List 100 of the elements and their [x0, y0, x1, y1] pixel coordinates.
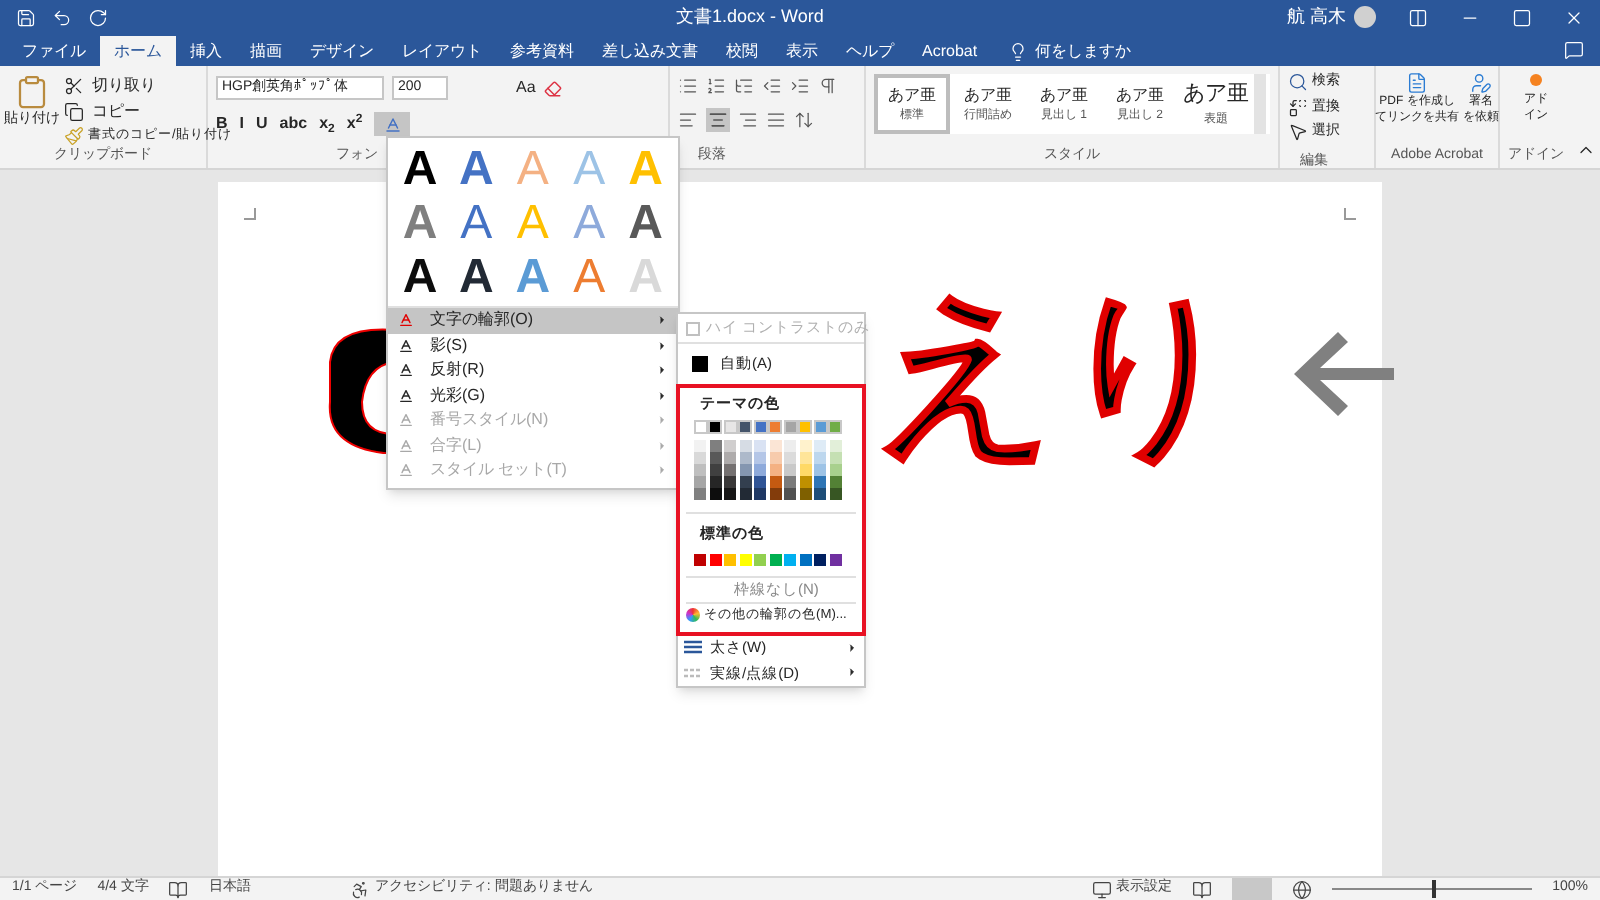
color-swatch[interactable]	[769, 452, 781, 465]
print-layout-button[interactable]	[1232, 878, 1273, 900]
color-swatch[interactable]	[784, 440, 796, 453]
color-swatch[interactable]	[829, 476, 841, 489]
cut-button[interactable]: 切り取り	[64, 74, 156, 98]
color-swatch[interactable]	[768, 420, 782, 435]
color-swatch[interactable]	[739, 464, 751, 477]
text-effect-style[interactable]: A	[617, 196, 674, 250]
color-swatch[interactable]	[739, 440, 751, 453]
color-swatch[interactable]	[753, 420, 767, 435]
color-swatch[interactable]	[813, 420, 827, 435]
color-swatch[interactable]	[799, 452, 811, 465]
ribbon-tab[interactable]: 表示	[772, 36, 832, 66]
copy-button[interactable]: コピー	[64, 100, 140, 124]
color-swatch[interactable]	[769, 464, 781, 477]
color-swatch[interactable]	[709, 452, 721, 465]
color-swatch[interactable]	[694, 464, 706, 477]
color-swatch[interactable]	[798, 420, 812, 435]
color-swatch[interactable]	[814, 488, 826, 501]
color-swatch[interactable]	[754, 464, 766, 477]
color-swatch[interactable]	[709, 476, 721, 489]
color-swatch[interactable]	[724, 476, 736, 489]
clear-format-icon[interactable]	[543, 79, 562, 97]
color-swatch[interactable]	[829, 464, 841, 477]
ribbon-tab[interactable]: デザイン	[296, 36, 388, 66]
format-button[interactable]: abc	[279, 112, 308, 136]
color-swatch[interactable]	[799, 464, 811, 477]
color-swatch[interactable]	[739, 476, 751, 489]
ribbon-tab[interactable]: ヘルプ	[832, 36, 908, 66]
color-swatch[interactable]	[724, 488, 736, 501]
color-swatch[interactable]	[694, 553, 706, 565]
ribbon-tab[interactable]: レイアウト	[388, 36, 496, 66]
color-swatch[interactable]	[784, 476, 796, 489]
text-effect-style[interactable]: A	[448, 142, 505, 196]
ribbon-tab[interactable]: ファイル	[8, 36, 100, 66]
ribbon-tab[interactable]: 差し込み文書	[588, 36, 712, 66]
color-swatch[interactable]	[814, 464, 826, 477]
format-button[interactable]: x$_{2}$	[319, 112, 335, 136]
color-swatch[interactable]	[739, 553, 751, 565]
color-swatch[interactable]	[723, 420, 737, 435]
text-effect-style[interactable]: A	[448, 250, 505, 304]
color-swatch[interactable]	[814, 440, 826, 453]
color-swatch[interactable]	[754, 476, 766, 489]
case-button[interactable]: Aa	[516, 76, 536, 100]
color-swatch[interactable]	[799, 440, 811, 453]
color-swatch[interactable]	[694, 440, 706, 453]
tell-me-field[interactable]: 何をしますか	[1035, 39, 1132, 63]
text-effect-style[interactable]: A	[448, 196, 505, 250]
color-swatch[interactable]	[784, 464, 796, 477]
color-swatch[interactable]	[709, 488, 721, 501]
color-swatch[interactable]	[724, 464, 736, 477]
menu-item[interactable]: 文字の輪郭(O)	[388, 308, 678, 333]
color-swatch[interactable]	[829, 452, 841, 465]
text-effect-style[interactable]: A	[392, 196, 448, 250]
ribbon-tab[interactable]: ホーム	[100, 36, 176, 66]
format-button[interactable]: U	[256, 112, 268, 136]
menu-item[interactable]: 影(S)	[388, 333, 678, 358]
color-swatch[interactable]	[739, 488, 751, 501]
color-swatch[interactable]	[709, 440, 721, 453]
color-swatch[interactable]	[724, 440, 736, 453]
color-swatch[interactable]	[708, 420, 722, 435]
color-swatch[interactable]	[829, 440, 841, 453]
color-swatch[interactable]	[754, 488, 766, 501]
text-effects-button[interactable]	[374, 112, 411, 136]
format-button[interactable]: x$^{2}$	[346, 112, 363, 136]
color-swatch[interactable]	[829, 553, 841, 565]
color-swatch[interactable]	[828, 420, 842, 435]
color-swatch[interactable]	[738, 420, 752, 435]
color-swatch[interactable]	[693, 420, 707, 435]
color-swatch[interactable]	[769, 440, 781, 453]
color-swatch[interactable]	[814, 553, 826, 565]
scroll-bar[interactable]	[1254, 74, 1266, 134]
color-swatch[interactable]	[769, 476, 781, 489]
color-swatch[interactable]	[694, 488, 706, 501]
ribbon-tab[interactable]: 校閲	[712, 36, 772, 66]
color-swatch[interactable]	[754, 440, 766, 453]
color-swatch[interactable]	[754, 553, 766, 565]
color-swatch[interactable]	[829, 488, 841, 501]
ribbon-tab[interactable]: 参考資料	[496, 36, 588, 66]
color-swatch[interactable]	[709, 553, 721, 565]
color-swatch[interactable]	[814, 452, 826, 465]
color-swatch[interactable]	[799, 553, 811, 565]
format-button[interactable]: I	[239, 112, 245, 136]
slider-thumb[interactable]	[1432, 880, 1437, 898]
color-swatch[interactable]	[799, 476, 811, 489]
color-swatch[interactable]	[799, 488, 811, 501]
color-swatch[interactable]	[769, 488, 781, 501]
color-swatch[interactable]	[784, 488, 796, 501]
align-center-button[interactable]	[706, 108, 730, 132]
color-swatch[interactable]	[694, 452, 706, 465]
color-swatch[interactable]	[754, 452, 766, 465]
color-swatch[interactable]	[814, 476, 826, 489]
ribbon-tab[interactable]: 描画	[236, 36, 296, 66]
color-swatch[interactable]	[709, 464, 721, 477]
text-effect-style[interactable]: A	[392, 250, 448, 304]
menu-item[interactable]: 光彩(G)	[388, 383, 678, 408]
color-swatch[interactable]	[784, 452, 796, 465]
color-swatch[interactable]	[724, 452, 736, 465]
ribbon-tab[interactable]: 挿入	[176, 36, 236, 66]
color-swatch[interactable]	[739, 452, 751, 465]
